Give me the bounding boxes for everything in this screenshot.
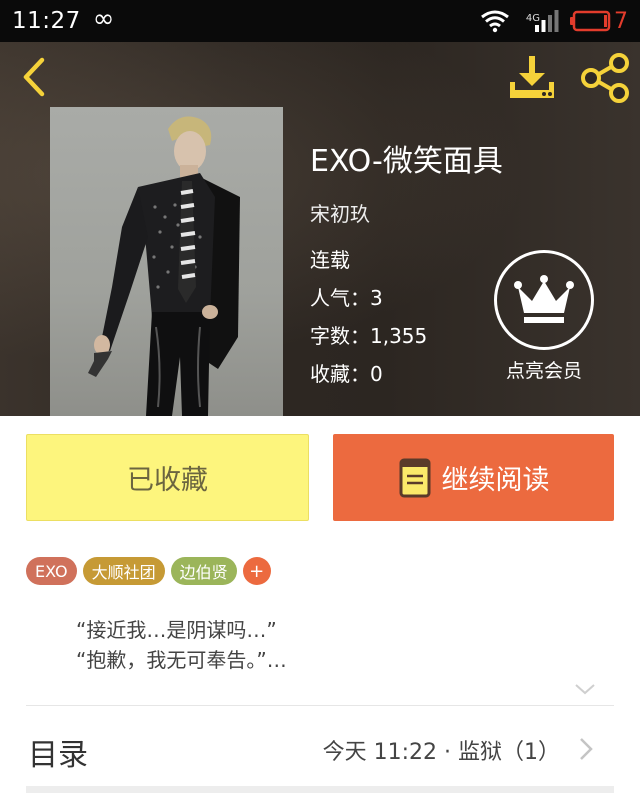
book-cover-image[interactable]	[50, 107, 283, 416]
book-title: EXO-微笑面具	[310, 144, 503, 179]
crown-icon	[514, 275, 574, 323]
book-description[interactable]: “接近我…是阴谋吗…” “抱歉，我无可奉告。”…	[76, 615, 287, 675]
chevron-right-icon	[580, 738, 593, 760]
table-of-contents-row[interactable]: 目录 今天 11:22 · 监狱（1）	[0, 706, 640, 788]
list-separator	[26, 786, 614, 793]
tag-exo[interactable]: EXO	[26, 557, 77, 585]
status-icons: 4G 7	[480, 9, 628, 34]
tag-dashun-club[interactable]: 大顺社团	[82, 557, 165, 585]
download-button[interactable]	[506, 52, 558, 104]
tag-list: EXO 大顺社团 边伯贤 +	[26, 557, 271, 585]
favorited-button[interactable]: 已收藏	[26, 434, 309, 521]
vip-badge	[494, 250, 594, 350]
back-button[interactable]	[12, 54, 56, 100]
continue-reading-label: 继续阅读	[441, 465, 550, 496]
download-icon	[510, 56, 554, 98]
book-favorites: 收藏：0	[310, 362, 383, 386]
infinity-icon: ∞	[92, 4, 115, 34]
book-popularity: 人气：3	[310, 286, 383, 310]
tag-baekhyun[interactable]: 边伯贤	[170, 557, 237, 585]
toc-title: 目录	[28, 738, 88, 773]
battery-level: 7	[614, 8, 628, 34]
share-button[interactable]	[578, 52, 632, 104]
add-tag-button[interactable]: +	[242, 557, 271, 585]
wifi-icon	[480, 10, 509, 33]
description-line: “抱歉，我无可奉告。”…	[76, 648, 287, 672]
book-icon	[399, 458, 430, 497]
book-status: 连载	[310, 248, 350, 272]
book-author[interactable]: 宋初玖	[310, 198, 370, 227]
favorited-label: 已收藏	[127, 465, 208, 496]
description-line: “接近我…是阴谋吗…”	[76, 618, 277, 642]
vip-label: 点亮会员	[505, 360, 582, 382]
expand-description-button[interactable]	[572, 680, 598, 698]
chevron-left-icon	[23, 57, 45, 97]
status-bar: 11:27 ∞ 4G 7	[0, 0, 640, 42]
continue-reading-button[interactable]: 继续阅读	[333, 434, 614, 521]
status-time: 11:27	[12, 8, 81, 34]
share-icon	[581, 53, 629, 103]
book-header: EXO-微笑面具 宋初玖 连载 人气：3 字数：1,355 收藏：0 点亮会员	[0, 42, 640, 416]
chevron-down-icon	[575, 684, 595, 695]
network-type: 4G	[525, 13, 540, 24]
cover-figure-illustration	[88, 116, 240, 416]
latest-chapter: 今天 11:22 · 监狱（1）	[322, 740, 560, 765]
vip-membership-button[interactable]: 点亮会员	[490, 250, 598, 390]
book-word-count: 字数：1,355	[310, 324, 428, 348]
battery-icon	[570, 10, 611, 32]
